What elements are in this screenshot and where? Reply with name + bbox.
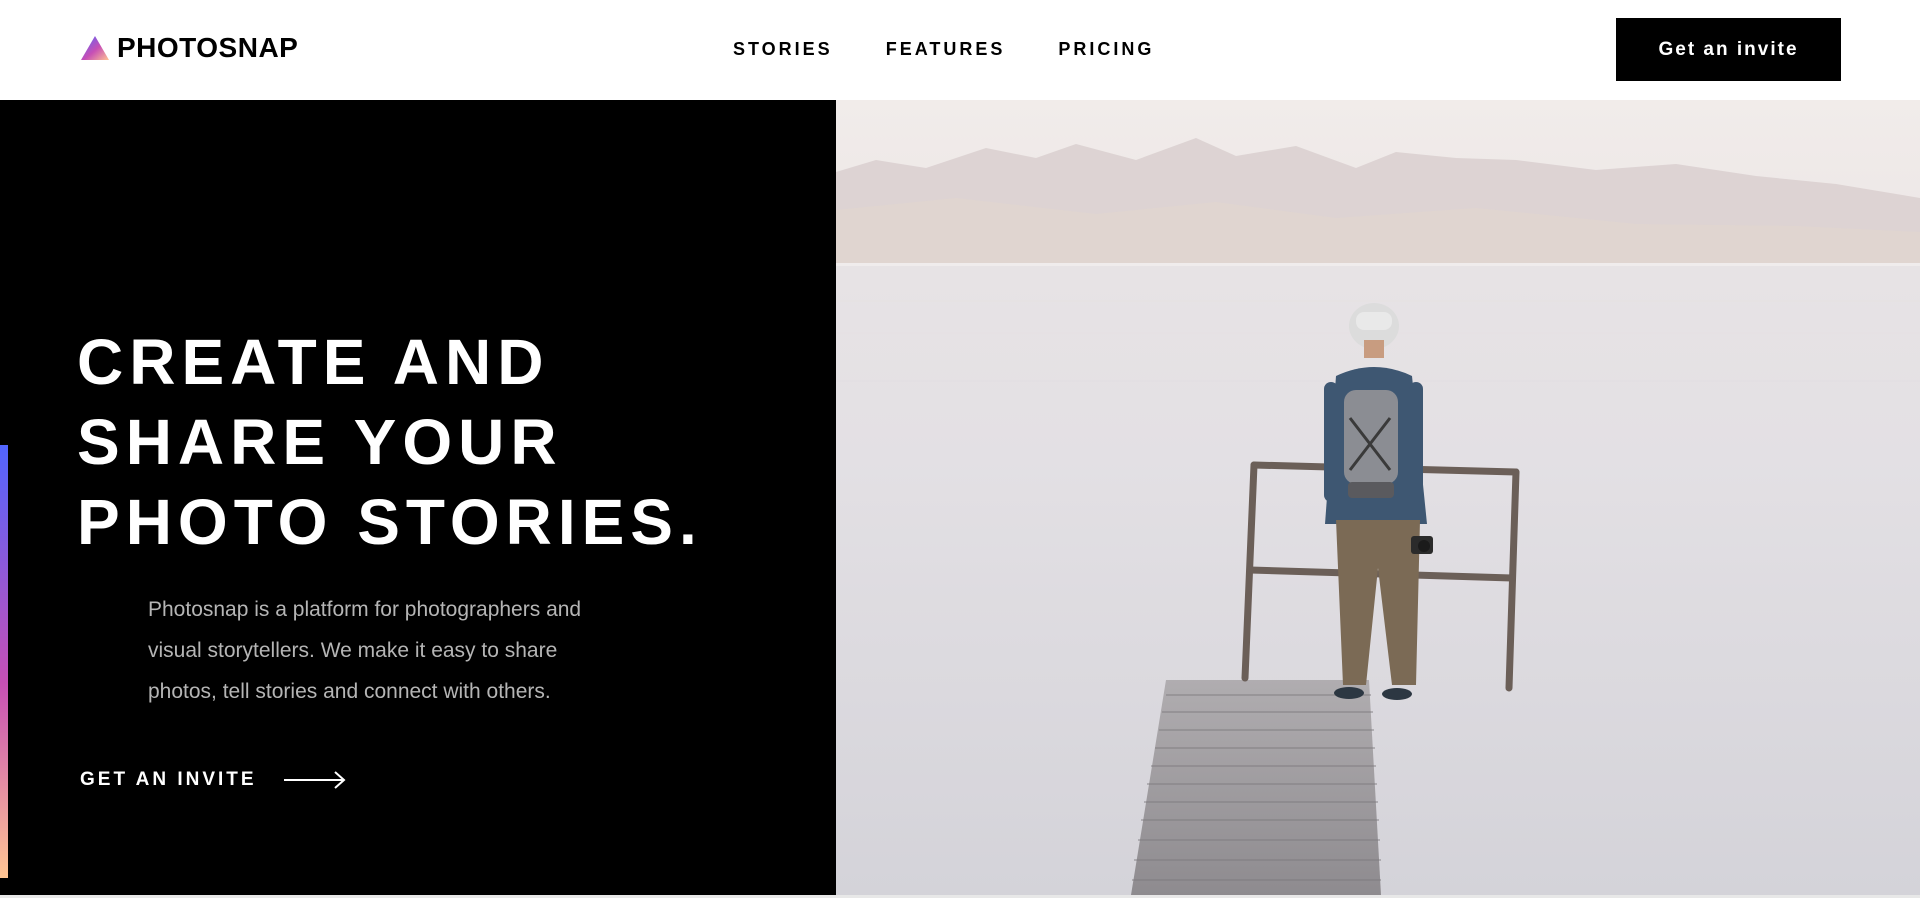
brand-logo[interactable]: PHOTOSNAP — [81, 32, 299, 63]
get-invite-button[interactable]: Get an invite — [1616, 18, 1841, 81]
hero-title-line: SHARE YOUR — [77, 406, 563, 478]
hero-title-line: CREATE AND — [77, 326, 550, 398]
arrow-right-icon — [283, 771, 346, 789]
nav-item-pricing[interactable]: PRICING — [1058, 38, 1154, 60]
hero-title-line: PHOTO STORIES. — [77, 486, 703, 558]
site-header: PHOTOSNAP STORIES FEATURES PRICING Get a… — [0, 0, 1920, 100]
hero-description-line: visual storytellers. We make it easy to … — [148, 639, 558, 662]
nav-item-features[interactable]: FEATURES — [886, 38, 1006, 60]
hero-panel: CREATE AND SHARE YOUR PHOTO STORIES. Pho… — [0, 100, 836, 895]
hero-description-line: photos, tell stories and connect with ot… — [148, 680, 551, 703]
main-nav: STORIES FEATURES PRICING — [733, 38, 1154, 60]
accent-gradient-bar — [0, 445, 8, 878]
hero-description-line: Photosnap is a platform for photographer… — [148, 598, 582, 621]
hero-description: Photosnap is a platform for photographer… — [148, 589, 678, 712]
brand-name: PHOTOSNAP — [117, 32, 299, 63]
triangle-logo-icon — [81, 36, 109, 60]
hero-title: CREATE AND SHARE YOUR PHOTO STORIES. — [77, 322, 797, 562]
get-invite-link[interactable]: GET AN INVITE — [80, 769, 346, 791]
get-invite-link-label: GET AN INVITE — [80, 769, 257, 790]
hero-photo-art — [836, 100, 1920, 895]
nav-item-stories[interactable]: STORIES — [733, 38, 833, 60]
person-on-pier-photo — [836, 100, 1920, 895]
